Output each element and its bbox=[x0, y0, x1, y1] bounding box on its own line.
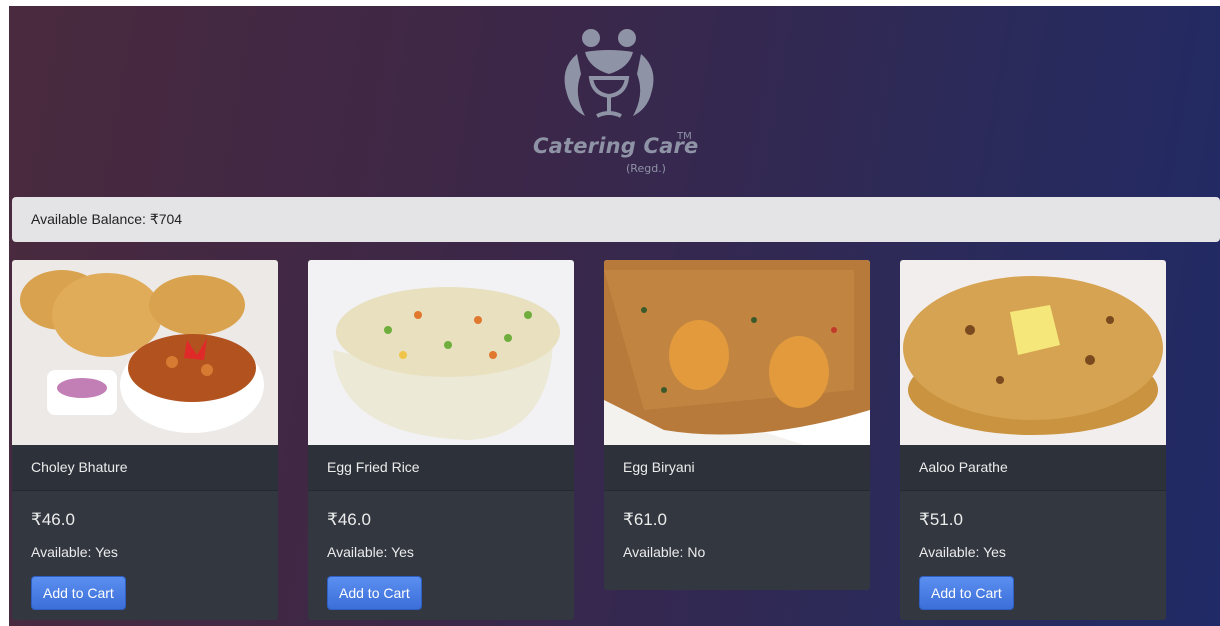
item-name: Choley Bhature bbox=[12, 445, 278, 491]
brand-name: Catering Care bbox=[533, 134, 699, 158]
aaloo-parathe-photo bbox=[900, 260, 1166, 445]
add-to-cart-button[interactable]: Add to Cart bbox=[327, 576, 422, 610]
menu-card: Aaloo Parathe ₹51.0 Available: Yes Add t… bbox=[900, 260, 1166, 620]
item-price: ₹51.0 bbox=[919, 510, 963, 529]
egg-biryani-photo bbox=[604, 260, 870, 445]
item-price: ₹46.0 bbox=[31, 510, 75, 529]
item-availability: Available: No bbox=[623, 544, 706, 560]
catering-care-logo: Catering Care TM (Regd.) bbox=[529, 24, 709, 184]
item-name: Egg Biryani bbox=[604, 445, 870, 491]
menu-card: Egg Biryani ₹61.0 Available: No bbox=[604, 260, 870, 590]
item-price: ₹46.0 bbox=[327, 510, 371, 529]
trademark-mark: TM bbox=[677, 131, 692, 142]
balance-bar: Available Balance: ₹704 bbox=[12, 197, 1220, 242]
add-to-cart-button[interactable]: Add to Cart bbox=[31, 576, 126, 610]
brand-suffix: (Regd.) bbox=[626, 162, 666, 175]
choley-bhature-photo bbox=[12, 260, 278, 445]
menu-card: Choley Bhature ₹46.0 Available: Yes Add … bbox=[12, 260, 278, 620]
item-availability: Available: Yes bbox=[919, 544, 1006, 560]
item-availability: Available: Yes bbox=[31, 544, 118, 560]
balance-text: Available Balance: ₹704 bbox=[31, 211, 183, 227]
item-availability: Available: Yes bbox=[327, 544, 414, 560]
logo-figures-icon bbox=[564, 29, 654, 118]
item-price: ₹61.0 bbox=[623, 510, 667, 529]
egg-fried-rice-photo bbox=[308, 260, 574, 445]
add-to-cart-button[interactable]: Add to Cart bbox=[919, 576, 1014, 610]
item-name: Aaloo Parathe bbox=[900, 445, 1166, 491]
menu-card: Egg Fried Rice ₹46.0 Available: Yes Add … bbox=[308, 260, 574, 620]
item-name: Egg Fried Rice bbox=[308, 445, 574, 491]
page: Catering Care TM (Regd.) Available Balan… bbox=[9, 6, 1220, 626]
